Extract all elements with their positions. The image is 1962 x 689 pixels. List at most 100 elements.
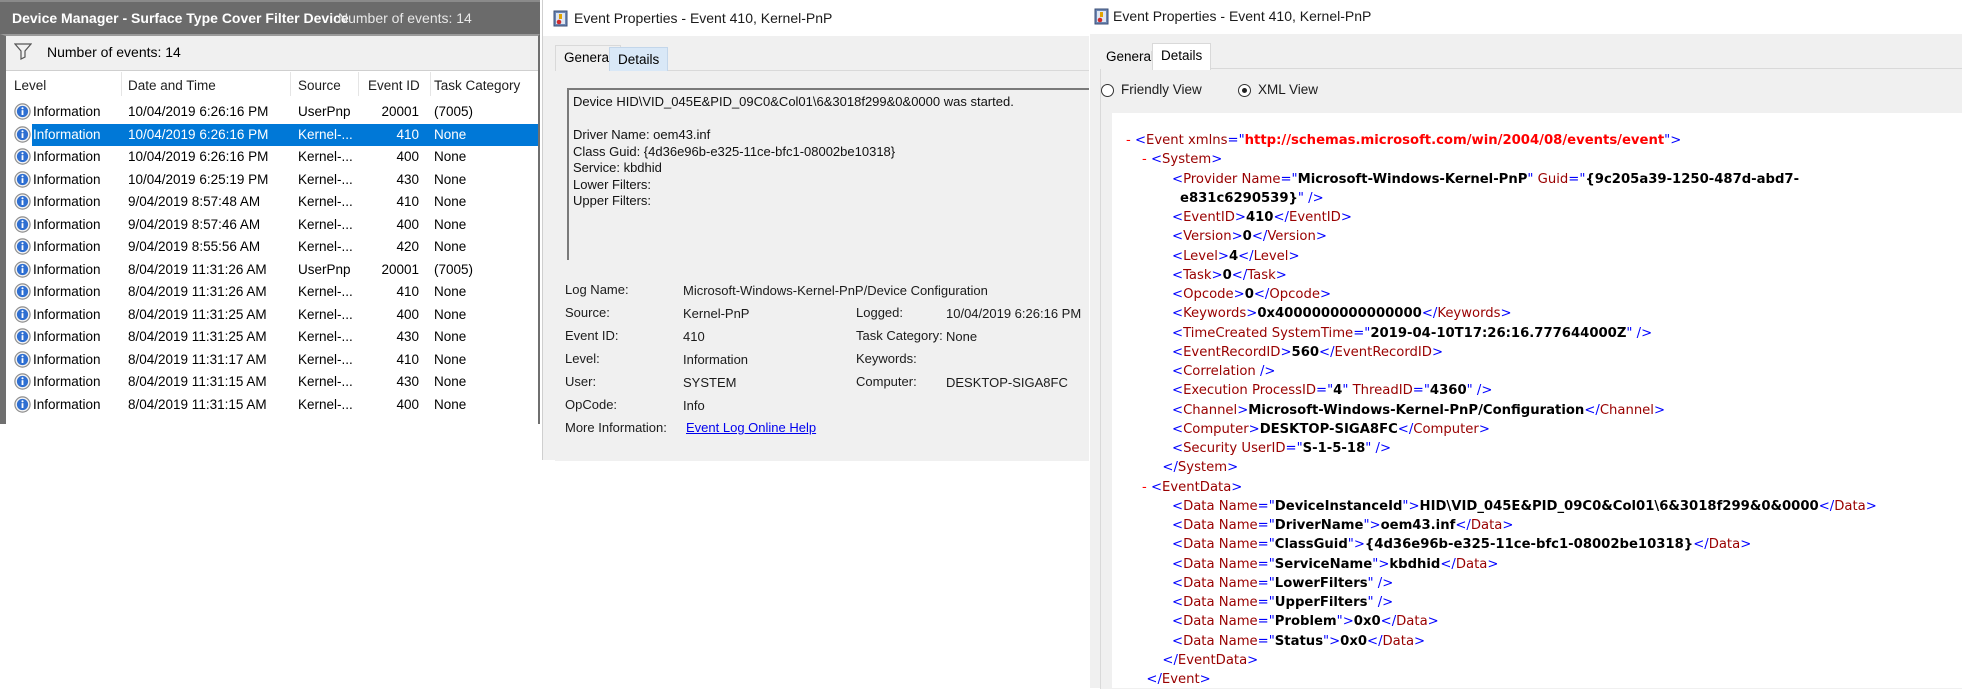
xml-br: < [1172, 556, 1184, 572]
xml-br: < [1172, 383, 1184, 399]
event-message-box[interactable]: Device HID\VID_045E&PID_09C0&Col01\6&301… [567, 88, 1089, 260]
xml-br: > [1431, 344, 1443, 360]
xml-tag: Computer [1183, 421, 1249, 437]
table-row[interactable]: Information 9/04/2019 8:55:56 AM Kernel-..… [6, 236, 538, 258]
table-row[interactable]: Information 8/04/2019 11:31:17 AM Kernel-.… [6, 349, 538, 371]
cell-source: UserPnp [298, 104, 351, 119]
cell-level: Information [33, 396, 101, 412]
xml-line: <Data Name="DriverName">oem43.inf</Data> [1172, 518, 1513, 533]
xml-br: > [1315, 229, 1327, 245]
xml-line: e831c6290539}" /> [1180, 191, 1324, 206]
information-icon [14, 328, 31, 345]
xml-view-box[interactable]: - <Event xmlns="http://schemas.microsoft… [1112, 113, 1962, 688]
xml-tag: EventRecordID [1334, 344, 1432, 360]
xml-br: > [1414, 633, 1426, 649]
table-row[interactable]: Information 10/04/2019 6:25:19 PM Kernel-.… [6, 169, 538, 191]
xml-tag: Data [1183, 633, 1215, 649]
filter-icon[interactable] [14, 42, 32, 60]
table-row[interactable]: Information 8/04/2019 11:31:15 AM Kernel-.… [6, 394, 538, 416]
table-row[interactable]: Information 8/04/2019 11:31:26 AM Kernel-.… [6, 281, 538, 303]
collapse-toggle[interactable]: - [1142, 480, 1151, 495]
xml-br: " /> [1626, 325, 1653, 341]
friendly-view-label[interactable]: Friendly View [1121, 82, 1202, 97]
cell-task-category: None [434, 239, 467, 254]
xml-val: 0 [1222, 267, 1232, 283]
xml-br: > [1319, 287, 1331, 302]
xml-br: "> [1363, 518, 1381, 533]
tab-details[interactable]: Details [609, 47, 669, 71]
collapse-toggle[interactable]: - [1126, 133, 1135, 148]
xml-br: =" [1412, 383, 1430, 399]
computer-value: DESKTOP-SIGA8FC [946, 375, 1068, 390]
table-row[interactable]: Information 10/04/2019 6:26:16 PM Kernel-.… [6, 146, 538, 168]
xml-br: </ [1693, 537, 1709, 553]
event-log-online-help-link[interactable]: Event Log Online Help [686, 420, 816, 435]
xml-br: < [1172, 344, 1184, 360]
xml-br: "> [1323, 633, 1341, 649]
tab-details[interactable]: Details [1152, 43, 1212, 70]
xml-line: - <Event xmlns="http://schemas.microsoft… [1126, 133, 1681, 148]
table-row[interactable]: Information 10/04/2019 6:26:16 PM Kernel-.… [6, 123, 538, 146]
column-header-date-time[interactable]: Date and Time [128, 78, 216, 93]
xml-tag: Execution [1183, 383, 1248, 399]
xml-br: </ [1584, 402, 1600, 418]
log-name-value: Microsoft-Windows-Kernel-PnP/Device Conf… [683, 283, 988, 298]
column-header-level[interactable]: Level [14, 78, 46, 93]
xml-val: 0x0 [1340, 633, 1368, 649]
table-row[interactable]: Information 8/04/2019 11:31:25 AM Kernel-.… [6, 326, 538, 348]
column-header-source[interactable]: Source [298, 78, 341, 93]
xml-br: < [1172, 633, 1184, 649]
xml-tag: Opcode [1269, 287, 1320, 302]
column-divider[interactable] [430, 72, 431, 96]
event-message-text: Device HID\VID_045E&PID_09C0&Col01\6&301… [573, 94, 1014, 208]
xml-br: > [1865, 498, 1877, 514]
table-row[interactable]: Information 9/04/2019 8:57:48 AM Kernel-..… [6, 191, 538, 213]
xml-br: < [1172, 267, 1184, 283]
column-divider[interactable] [121, 72, 122, 96]
information-icon [14, 350, 31, 368]
cell-level: Information [33, 306, 101, 322]
friendly-view-radio[interactable] [1101, 84, 1114, 97]
xml-br: =" [1257, 556, 1275, 572]
column-header-task-category[interactable]: Task Category [434, 78, 520, 93]
xml-br: </ [1251, 229, 1268, 245]
xml-tag: Task [1183, 267, 1212, 283]
xml-tag: System [1162, 152, 1212, 168]
filter-event-count: Number of events: 14 [47, 44, 181, 60]
xml-val: DESKTOP-SIGA8FC [1259, 421, 1398, 437]
information-icon [14, 283, 31, 300]
cell-level: Information [33, 104, 101, 119]
xml-line: </Event> [1146, 672, 1210, 687]
xml-view-radio[interactable] [1238, 84, 1251, 97]
xml-tag: Channel [1183, 402, 1238, 418]
cell-task-category: None [434, 284, 467, 299]
xml-br: </ [1273, 210, 1289, 225]
xml-br: </ [1380, 614, 1397, 630]
cell-task-category: None [434, 171, 467, 187]
cell-source: Kernel-... [298, 194, 353, 209]
opcode-label: OpCode: [565, 397, 618, 412]
xml-br: "> [1336, 614, 1354, 630]
cell-event-id: 420 [396, 239, 419, 254]
cell-level: Information [33, 239, 101, 254]
cell-source: Kernel-... [298, 396, 353, 412]
table-row[interactable]: Information 8/04/2019 11:31:26 AM UserPnp 2… [6, 259, 538, 281]
cell-source: Kernel-... [298, 329, 353, 344]
xml-br: < [1172, 421, 1184, 437]
cell-task-category: None [434, 194, 467, 209]
collapse-toggle[interactable]: - [1142, 152, 1151, 167]
table-row[interactable]: Information 8/04/2019 11:31:15 AM Kernel-.… [6, 371, 538, 393]
cell-level: Information [33, 284, 101, 299]
table-row[interactable]: Information 9/04/2019 8:57:46 AM Kernel-..… [6, 214, 538, 236]
xml-attr: ProcessID [1247, 383, 1317, 399]
table-row[interactable]: Information 10/04/2019 6:26:16 PM UserPnp 2… [6, 101, 538, 123]
column-header-event-id[interactable]: Event ID [368, 78, 420, 93]
column-divider[interactable] [358, 72, 359, 96]
table-header: Level Date and Time Source Event ID Task… [6, 72, 538, 98]
cell-date-time: 10/04/2019 6:25:19 PM [128, 171, 269, 187]
xml-val: Microsoft-Windows-Kernel-PnP [1297, 171, 1528, 187]
column-divider[interactable] [290, 72, 291, 96]
xml-br: < [1172, 595, 1184, 610]
table-row[interactable]: Information 8/04/2019 11:31:25 AM Kernel-.… [6, 304, 538, 326]
xml-view-label[interactable]: XML View [1258, 82, 1318, 97]
